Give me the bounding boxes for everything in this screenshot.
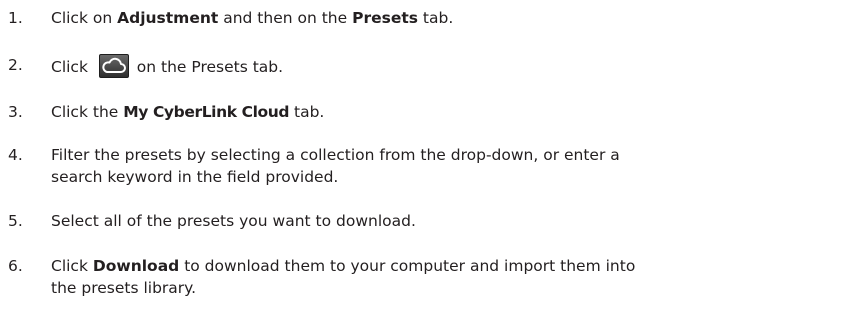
step-number: 2.	[8, 56, 23, 74]
adjustment-label: Adjustment	[117, 9, 219, 27]
cloud-icon	[98, 54, 129, 78]
step-text: Click Download to download them to your …	[51, 257, 636, 297]
step-number: 5.	[8, 212, 23, 230]
step-number: 6.	[8, 257, 23, 275]
step-text: Click on Adjustment and then on the Pres…	[51, 9, 454, 27]
step-number: 1.	[8, 9, 23, 27]
presets-label: Presets	[352, 9, 418, 27]
download-label: Download	[92, 257, 180, 275]
step-text: Select all of the presets you want to do…	[51, 212, 416, 230]
step-number: 4.	[8, 146, 23, 164]
step-text: Click the My CyberLink Cloud tab.	[51, 103, 325, 121]
my-cyberlink-cloud-label: My CyberLink Cloud	[123, 103, 290, 121]
step-number: 3.	[8, 103, 23, 121]
step-text: Filter the presets by selecting a collec…	[51, 146, 620, 186]
step-text: Click on the Presets tab.	[51, 54, 846, 78]
instruction-steps: 1. Click on Adjustment and then on the P…	[0, 0, 856, 316]
